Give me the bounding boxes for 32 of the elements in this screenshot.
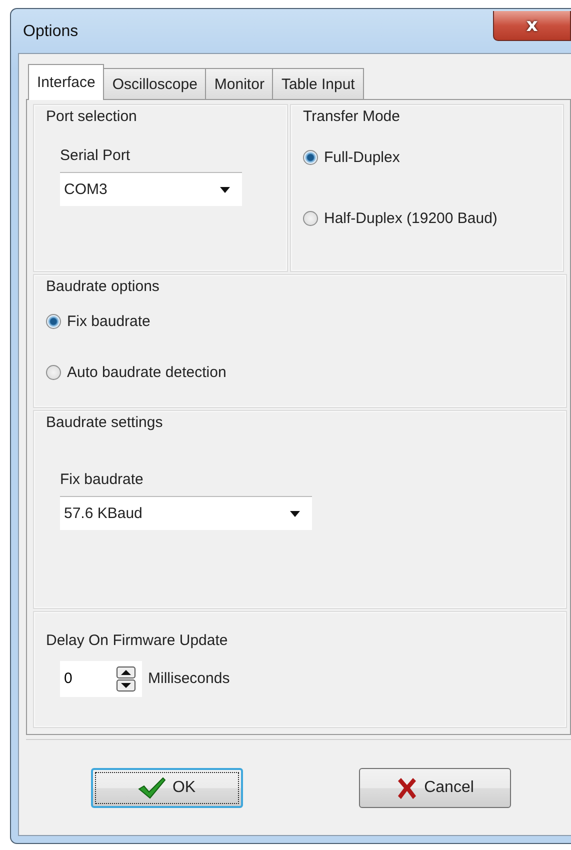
tab[interactable]: Interface xyxy=(28,64,104,100)
cancel-button[interactable]: Cancel xyxy=(359,768,511,808)
radio-option[interactable]: Full-Duplex xyxy=(303,149,551,166)
radio-option[interactable]: Auto baudrate detection xyxy=(46,364,554,381)
tab[interactable]: Table Input xyxy=(272,68,364,100)
group-title: Baudrate options xyxy=(46,278,160,295)
group-title: Baudrate settings xyxy=(46,414,163,432)
tab[interactable]: Monitor xyxy=(205,68,274,100)
ok-button[interactable]: OK xyxy=(91,768,243,808)
field-label: Fix baudrate xyxy=(60,471,144,488)
radio-button[interactable] xyxy=(303,150,318,165)
number-spinner[interactable]: 0 xyxy=(60,660,142,697)
group-title: Port selection xyxy=(46,108,137,125)
baudrate-dropdown[interactable]: 57.6 KBaud xyxy=(60,496,312,530)
field-label: Serial Port xyxy=(60,147,130,164)
radio-button[interactable] xyxy=(303,211,318,226)
spinner-arrows-icon xyxy=(116,666,136,692)
dropdown-arrow-icon xyxy=(290,510,300,517)
radio-option[interactable]: Half-Duplex (19200 Baud) xyxy=(303,210,551,227)
cross-icon xyxy=(396,776,418,798)
radio-button[interactable] xyxy=(46,314,61,329)
serial-port-dropdown[interactable]: COM3 xyxy=(60,172,242,206)
close-button[interactable]: x xyxy=(493,11,571,41)
tab[interactable]: Oscilloscope xyxy=(103,68,206,100)
checkmark-icon xyxy=(138,776,166,798)
radio-button[interactable] xyxy=(46,365,61,380)
group-title: Delay On Firmware Update xyxy=(46,632,228,649)
dropdown-arrow-icon xyxy=(220,186,230,192)
radio-option[interactable]: Fix baudrate xyxy=(46,313,554,330)
group-title: Transfer Mode xyxy=(303,108,400,125)
unit-label: Milliseconds xyxy=(148,670,230,688)
window-title: Options xyxy=(23,23,78,41)
